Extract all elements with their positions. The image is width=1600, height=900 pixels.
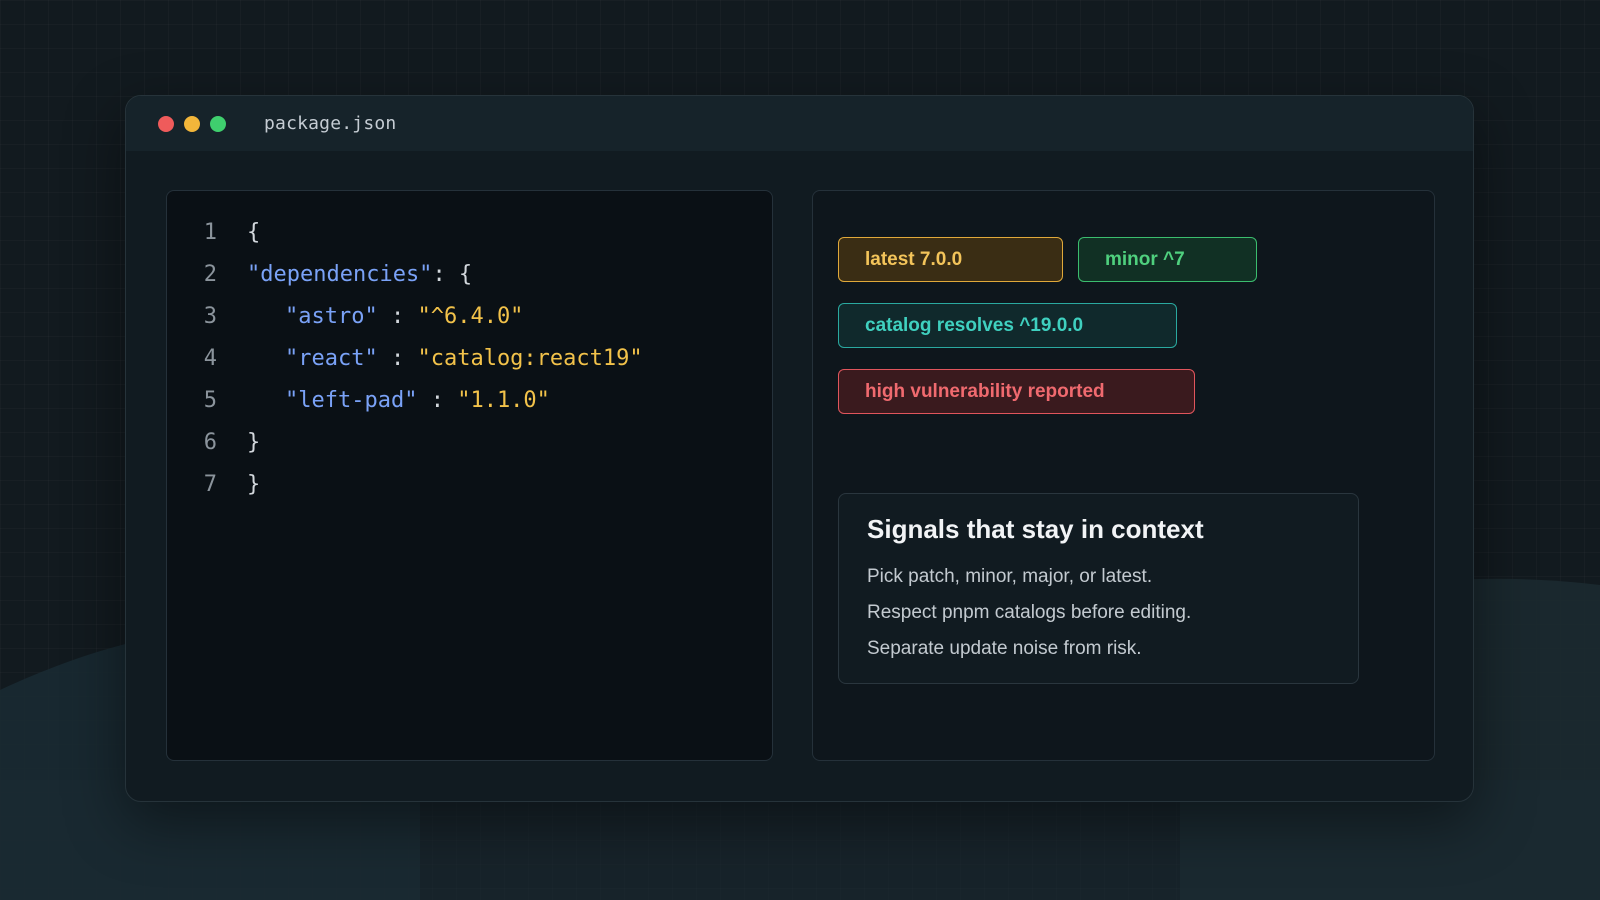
window-title: package.json (264, 113, 397, 134)
code-line: 7 } (167, 463, 772, 505)
info-card-line: Separate update noise from risk. (867, 638, 1142, 659)
info-card-line: Pick patch, minor, major, or latest. (867, 566, 1153, 587)
line-number: 3 (203, 303, 217, 329)
close-window-button[interactable] (158, 115, 174, 132)
info-card-title: Signals that stay in context (867, 514, 1204, 544)
code-editor[interactable]: 1 { 2 "dependencies": { 3 "astro" : "^6.… (166, 190, 773, 761)
code-line: 2 "dependencies": { (167, 253, 772, 295)
code-line: 4 "react" : "catalog:react19" (167, 337, 772, 379)
vulnerability-badge[interactable]: high vulnerability reported (838, 369, 1195, 414)
window-titlebar: package.json (126, 96, 1473, 151)
code-text: } (247, 429, 261, 455)
code-punct: : { (432, 261, 473, 287)
code-punct: : (377, 345, 418, 371)
code-line: 1 { (167, 211, 772, 253)
code-punct: : (377, 303, 418, 329)
latest-version-badge[interactable]: latest 7.0.0 (838, 237, 1063, 282)
code-punct: : (417, 387, 458, 413)
code-text: { (247, 219, 261, 245)
code-key: "dependencies" (247, 261, 433, 287)
line-number: 4 (203, 345, 217, 371)
code-value: "1.1.0" (457, 387, 550, 413)
code-key: "astro" (285, 303, 378, 329)
line-number: 5 (203, 387, 217, 413)
line-number: 6 (203, 429, 217, 455)
info-card-line: Respect pnpm catalogs before editing. (867, 602, 1192, 623)
editor-window: package.json 1 { 2 "dependencies": { 3 "… (125, 95, 1474, 802)
code-value: "^6.4.0" (417, 303, 524, 329)
code-value: "catalog:react19" (417, 345, 643, 371)
maximize-window-button[interactable] (210, 115, 226, 132)
code-text: } (247, 471, 261, 497)
catalog-resolves-badge[interactable]: catalog resolves ^19.0.0 (838, 303, 1177, 348)
line-number: 2 (203, 261, 217, 287)
code-line: 6 } (167, 421, 772, 463)
code-line: 5 "left-pad" : "1.1.0" (167, 379, 772, 421)
minimize-window-button[interactable] (184, 115, 200, 132)
minor-version-badge[interactable]: minor ^7 (1078, 237, 1257, 282)
info-card: Signals that stay in context Pick patch,… (838, 493, 1359, 684)
code-key: "left-pad" (285, 387, 418, 413)
line-number: 1 (203, 219, 217, 245)
signals-panel: latest 7.0.0 minor ^7 catalog resolves ^… (812, 190, 1435, 761)
code-key: "react" (285, 345, 378, 371)
code-line: 3 "astro" : "^6.4.0" (167, 295, 772, 337)
line-number: 7 (203, 471, 217, 497)
